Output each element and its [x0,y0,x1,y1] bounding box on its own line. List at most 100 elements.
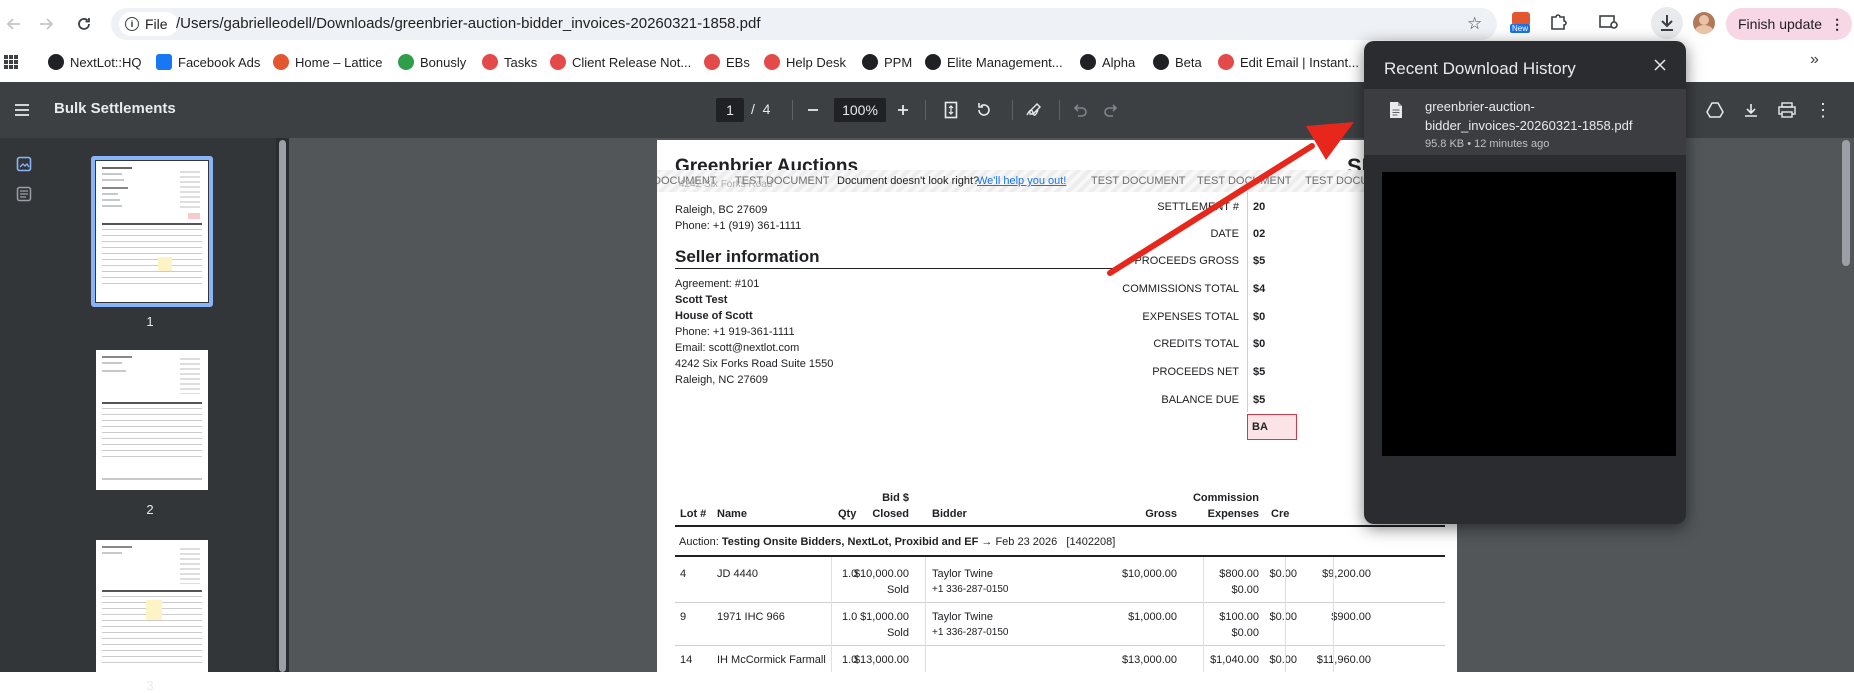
toolbar-divider [925,100,926,120]
fit-page-icon[interactable] [937,96,965,124]
bookmark-tasks[interactable]: Tasks [482,52,537,72]
address-bar[interactable]: i File /Users/gabrielleodell/Downloads/g… [111,8,1497,40]
document-scrollbar-thumb[interactable] [1842,140,1850,266]
company-address: 4242 Six Forks Road [679,179,773,190]
forward-icon[interactable] [32,10,60,38]
apps-grid-icon[interactable] [3,54,19,75]
zoom-out-icon[interactable] [799,96,827,124]
summary-label: BALANCE DUE [1161,394,1239,406]
undo-icon[interactable] [1066,96,1094,124]
bookmark-client-release-notes[interactable]: Client Release Not... [550,52,691,72]
download-history-popup: Recent Download History greenbrier-aucti… [1364,41,1686,524]
outline-view-icon[interactable] [16,186,32,207]
page-thumbnail-3[interactable] [96,540,208,672]
seller-city: Raleigh, NC 27609 [675,374,768,386]
row-rule [675,645,1445,646]
bookmark-star-icon[interactable]: ☆ [1467,14,1482,34]
seller-agreement: Agreement: #101 [675,278,760,290]
page-count: / 4 [751,101,771,117]
seller-house: House of Scott [675,310,753,322]
extension-badge: New [1510,24,1531,33]
close-icon[interactable] [1648,53,1672,77]
rotate-icon[interactable] [970,96,998,124]
download-icon [1661,15,1673,31]
extensions-puzzle-icon[interactable] [1547,11,1571,35]
page-thumbnail-1[interactable] [96,161,208,302]
drive-save-icon[interactable] [1701,96,1729,124]
globe-icon [1080,54,1096,70]
seller-heading-rule [675,268,1115,269]
download-icon[interactable] [1737,96,1765,124]
seller-email: Email: scott@nextlot.com [675,342,800,354]
more-vert-icon[interactable]: ⋮ [1809,96,1837,124]
clickup-icon [704,54,720,70]
globe-icon [48,54,64,70]
col-separator [1285,557,1286,672]
company-phone: Phone: +1 (919) 361-1111 [675,220,802,232]
summary-label: PROCEEDS NET [1152,366,1239,378]
row-rule [675,602,1445,603]
page-number-input[interactable]: 1 [716,98,744,122]
bookmark-alpha[interactable]: Alpha [1080,52,1135,72]
bookmark-ebs[interactable]: EBs [704,52,750,72]
bookmark-help-desk[interactable]: Help Desk [764,52,846,72]
help-link[interactable]: We'll help you out! [977,175,1066,187]
table-header-rule [675,525,1445,527]
page-thumbnail-2[interactable] [96,350,208,490]
balance-box: BA [1247,414,1297,440]
globe-icon [862,54,878,70]
download-item[interactable]: greenbrier-auction- bidder_invoices-2026… [1364,89,1686,155]
toolbar-divider [792,100,793,120]
col-header-name: Name [717,508,747,520]
extension-new-icon[interactable]: New [1510,12,1534,36]
col-separator [831,557,832,672]
annotate-icon[interactable] [1020,96,1048,124]
clickup-icon [550,54,566,70]
thumbnail-label: 3 [146,678,154,693]
url-text[interactable]: /Users/gabrielleodell/Downloads/greenbri… [176,15,761,32]
more-bookmarks-icon[interactable]: » [1810,51,1819,69]
seller-name: Scott Test [675,294,728,306]
sidebar-scrollbar-thumb[interactable] [279,140,286,672]
summary-label: EXPENSES TOTAL [1142,311,1239,323]
file-icon [1389,101,1403,124]
bookmark-bonusly[interactable]: Bonusly [398,52,466,72]
clickup-icon [1218,54,1234,70]
back-icon[interactable] [0,10,28,38]
profile-avatar[interactable] [1693,12,1715,34]
bookmark-beta[interactable]: Beta [1153,52,1202,72]
col-separator [1203,557,1204,672]
bookmark-facebook-ads[interactable]: Facebook Ads [156,52,260,72]
downloads-button[interactable] [1651,7,1683,39]
zoom-in-icon[interactable] [889,96,917,124]
bookmark-nextlot-hq[interactable]: NextLot::HQ [48,52,142,72]
bookmark-ppm[interactable]: PPM [862,52,912,72]
col-header-expenses: Expenses [1207,508,1259,520]
company-city: Raleigh, BC 27609 [675,204,768,216]
summary-label: SETTLEMENT # [1157,201,1239,213]
menu-icon[interactable] [8,96,36,124]
url-scheme-label: File [145,16,168,32]
bookmark-lattice[interactable]: Home – Lattice [273,52,382,72]
col-header-commission: Commission [1192,492,1259,504]
popup-title: Recent Download History [1384,59,1576,78]
download-file-name: greenbrier-auction- bidder_invoices-2026… [1425,99,1633,133]
thumbnail-sidebar: 1 2 3 [0,138,276,693]
print-icon[interactable] [1773,96,1801,124]
col-header-bid: Bid $ [882,492,909,504]
summary-divider [1247,192,1248,412]
summary-label: DATE [1210,228,1239,240]
reload-icon[interactable] [70,10,98,38]
bookmark-edit-email[interactable]: Edit Email | Instant... [1218,52,1359,72]
thumbnails-view-icon[interactable] [16,156,32,177]
zoom-input[interactable]: 100% [834,98,886,122]
finish-update-button[interactable]: Finish update ⋮ [1726,8,1852,40]
col-header-gross: Gross [1145,508,1177,520]
summary-label: CREDITS TOTAL [1153,338,1239,350]
bookmark-elite-management[interactable]: Elite Management... [925,52,1063,72]
col-header-lot: Lot # [680,508,707,520]
thumbnail-label: 1 [146,314,154,329]
tab-search-icon[interactable] [1598,11,1622,35]
site-info-chip[interactable]: i File [119,12,178,36]
redo-icon[interactable] [1097,96,1125,124]
